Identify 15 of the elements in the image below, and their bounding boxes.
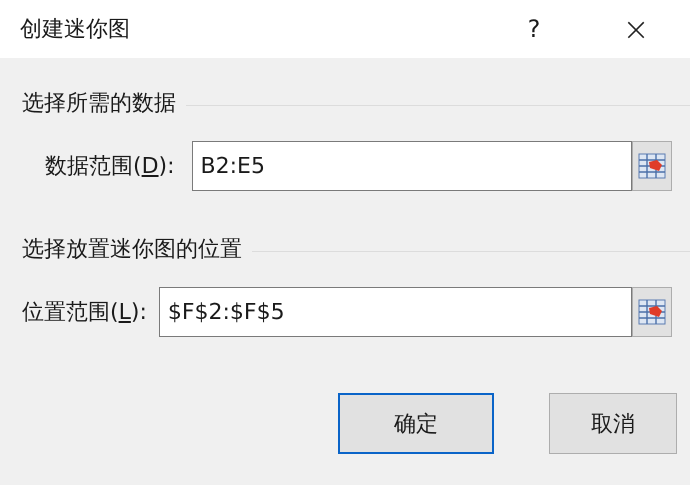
range-field[interactable]: $F$2:$F$5 bbox=[158, 287, 632, 337]
help-button[interactable]: ? bbox=[514, 15, 554, 43]
range-picker-button[interactable] bbox=[632, 141, 672, 191]
range-field[interactable]: B2:E5 bbox=[192, 141, 632, 191]
window-title: 创建迷你图 bbox=[20, 16, 131, 44]
section-title: 选择所需的数据 bbox=[22, 90, 176, 118]
section-title: 选择放置迷你图的位置 bbox=[22, 236, 242, 264]
grid-icon bbox=[638, 153, 666, 179]
ok-button[interactable]: 确定 bbox=[338, 393, 494, 454]
close-button[interactable]: × bbox=[616, 10, 656, 48]
field-label: 数据范围(D): bbox=[45, 153, 175, 181]
grid-icon bbox=[638, 299, 666, 325]
range-picker-button[interactable] bbox=[632, 287, 672, 337]
cancel-button[interactable]: 取消 bbox=[549, 393, 677, 454]
field-label: 位置范围(L): bbox=[22, 299, 147, 327]
